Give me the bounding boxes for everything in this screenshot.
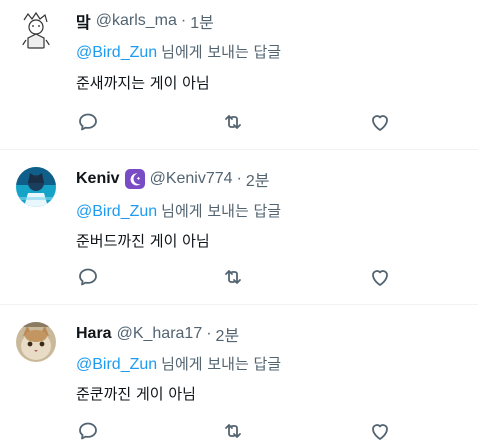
moon-star-badge-icon: [124, 169, 145, 189]
mention-link[interactable]: @Bird_Zun: [76, 356, 157, 373]
reply-button[interactable]: [76, 110, 100, 134]
replying-to: @Bird_Zun 님에게 보내는 답글: [76, 200, 281, 221]
avatar[interactable]: [16, 10, 56, 50]
like-button[interactable]: [368, 419, 392, 443]
mention-link[interactable]: @Bird_Zun: [76, 44, 157, 61]
like-icon: [372, 270, 388, 286]
reply-button[interactable]: [76, 265, 100, 289]
tweet-text: 준버드까진 게이 아님: [76, 232, 210, 250]
reply-suffix: 님에게 보내는 답글: [161, 43, 282, 61]
mention-link[interactable]: @Bird_Zun: [76, 203, 157, 220]
timestamp[interactable]: 1분: [190, 9, 214, 33]
reply-suffix: 님에게 보내는 답글: [161, 355, 282, 373]
replying-to: @Bird_Zun 님에게 보내는 답글: [76, 41, 281, 62]
retweet-icon: [225, 270, 241, 284]
retweet-button[interactable]: [221, 265, 245, 289]
tweet-text: 준쿤까진 게이 아님: [76, 385, 196, 403]
retweet-icon: [225, 115, 241, 129]
display-name[interactable]: Keniv: [76, 170, 120, 188]
tweet-2[interactable]: Keniv @Keniv774 · 2분 @Bird_Zun 님에게 보내는 답글…: [0, 150, 478, 305]
reply-icon: [79, 422, 97, 440]
user-handle[interactable]: @karls_ma: [96, 12, 177, 30]
tweet-1[interactable]: 맠 @karls_ma · 1분 @Bird_Zun 님에게 보내는 답글 준새까…: [0, 0, 478, 150]
reply-icon: [79, 268, 97, 286]
tweet-header: 맠 @karls_ma · 1분: [76, 10, 214, 32]
avatar[interactable]: [16, 167, 56, 207]
timestamp[interactable]: 2분: [216, 322, 240, 346]
retweet-icon: [225, 424, 241, 438]
user-handle[interactable]: @Keniv774: [150, 170, 233, 188]
like-button[interactable]: [368, 110, 392, 134]
tweet-header: Hara @K_hara17 · 2분: [76, 323, 239, 345]
display-name[interactable]: 맠: [76, 9, 91, 33]
reply-button[interactable]: [76, 419, 100, 443]
separator-dot: ·: [206, 325, 212, 342]
like-icon: [372, 115, 388, 131]
tweet-3[interactable]: Hara @K_hara17 · 2분 @Bird_Zun 님에게 보내는 답글 …: [0, 305, 478, 448]
reply-suffix: 님에게 보내는 답글: [161, 202, 282, 220]
avatar[interactable]: [16, 322, 56, 362]
display-name[interactable]: Hara: [76, 325, 112, 343]
tweet-header: Keniv @Keniv774 · 2분: [76, 168, 270, 190]
reply-icon: [79, 113, 97, 131]
timestamp[interactable]: 2분: [246, 167, 270, 191]
user-handle[interactable]: @K_hara17: [117, 325, 203, 343]
tweet-text: 준새까지는 게이 아님: [76, 74, 210, 92]
retweet-button[interactable]: [221, 419, 245, 443]
separator-dot: ·: [180, 12, 187, 29]
separator-dot: ·: [236, 170, 242, 187]
like-button[interactable]: [368, 265, 392, 289]
replying-to: @Bird_Zun 님에게 보내는 답글: [76, 353, 281, 374]
retweet-button[interactable]: [221, 110, 245, 134]
like-icon: [372, 424, 388, 440]
